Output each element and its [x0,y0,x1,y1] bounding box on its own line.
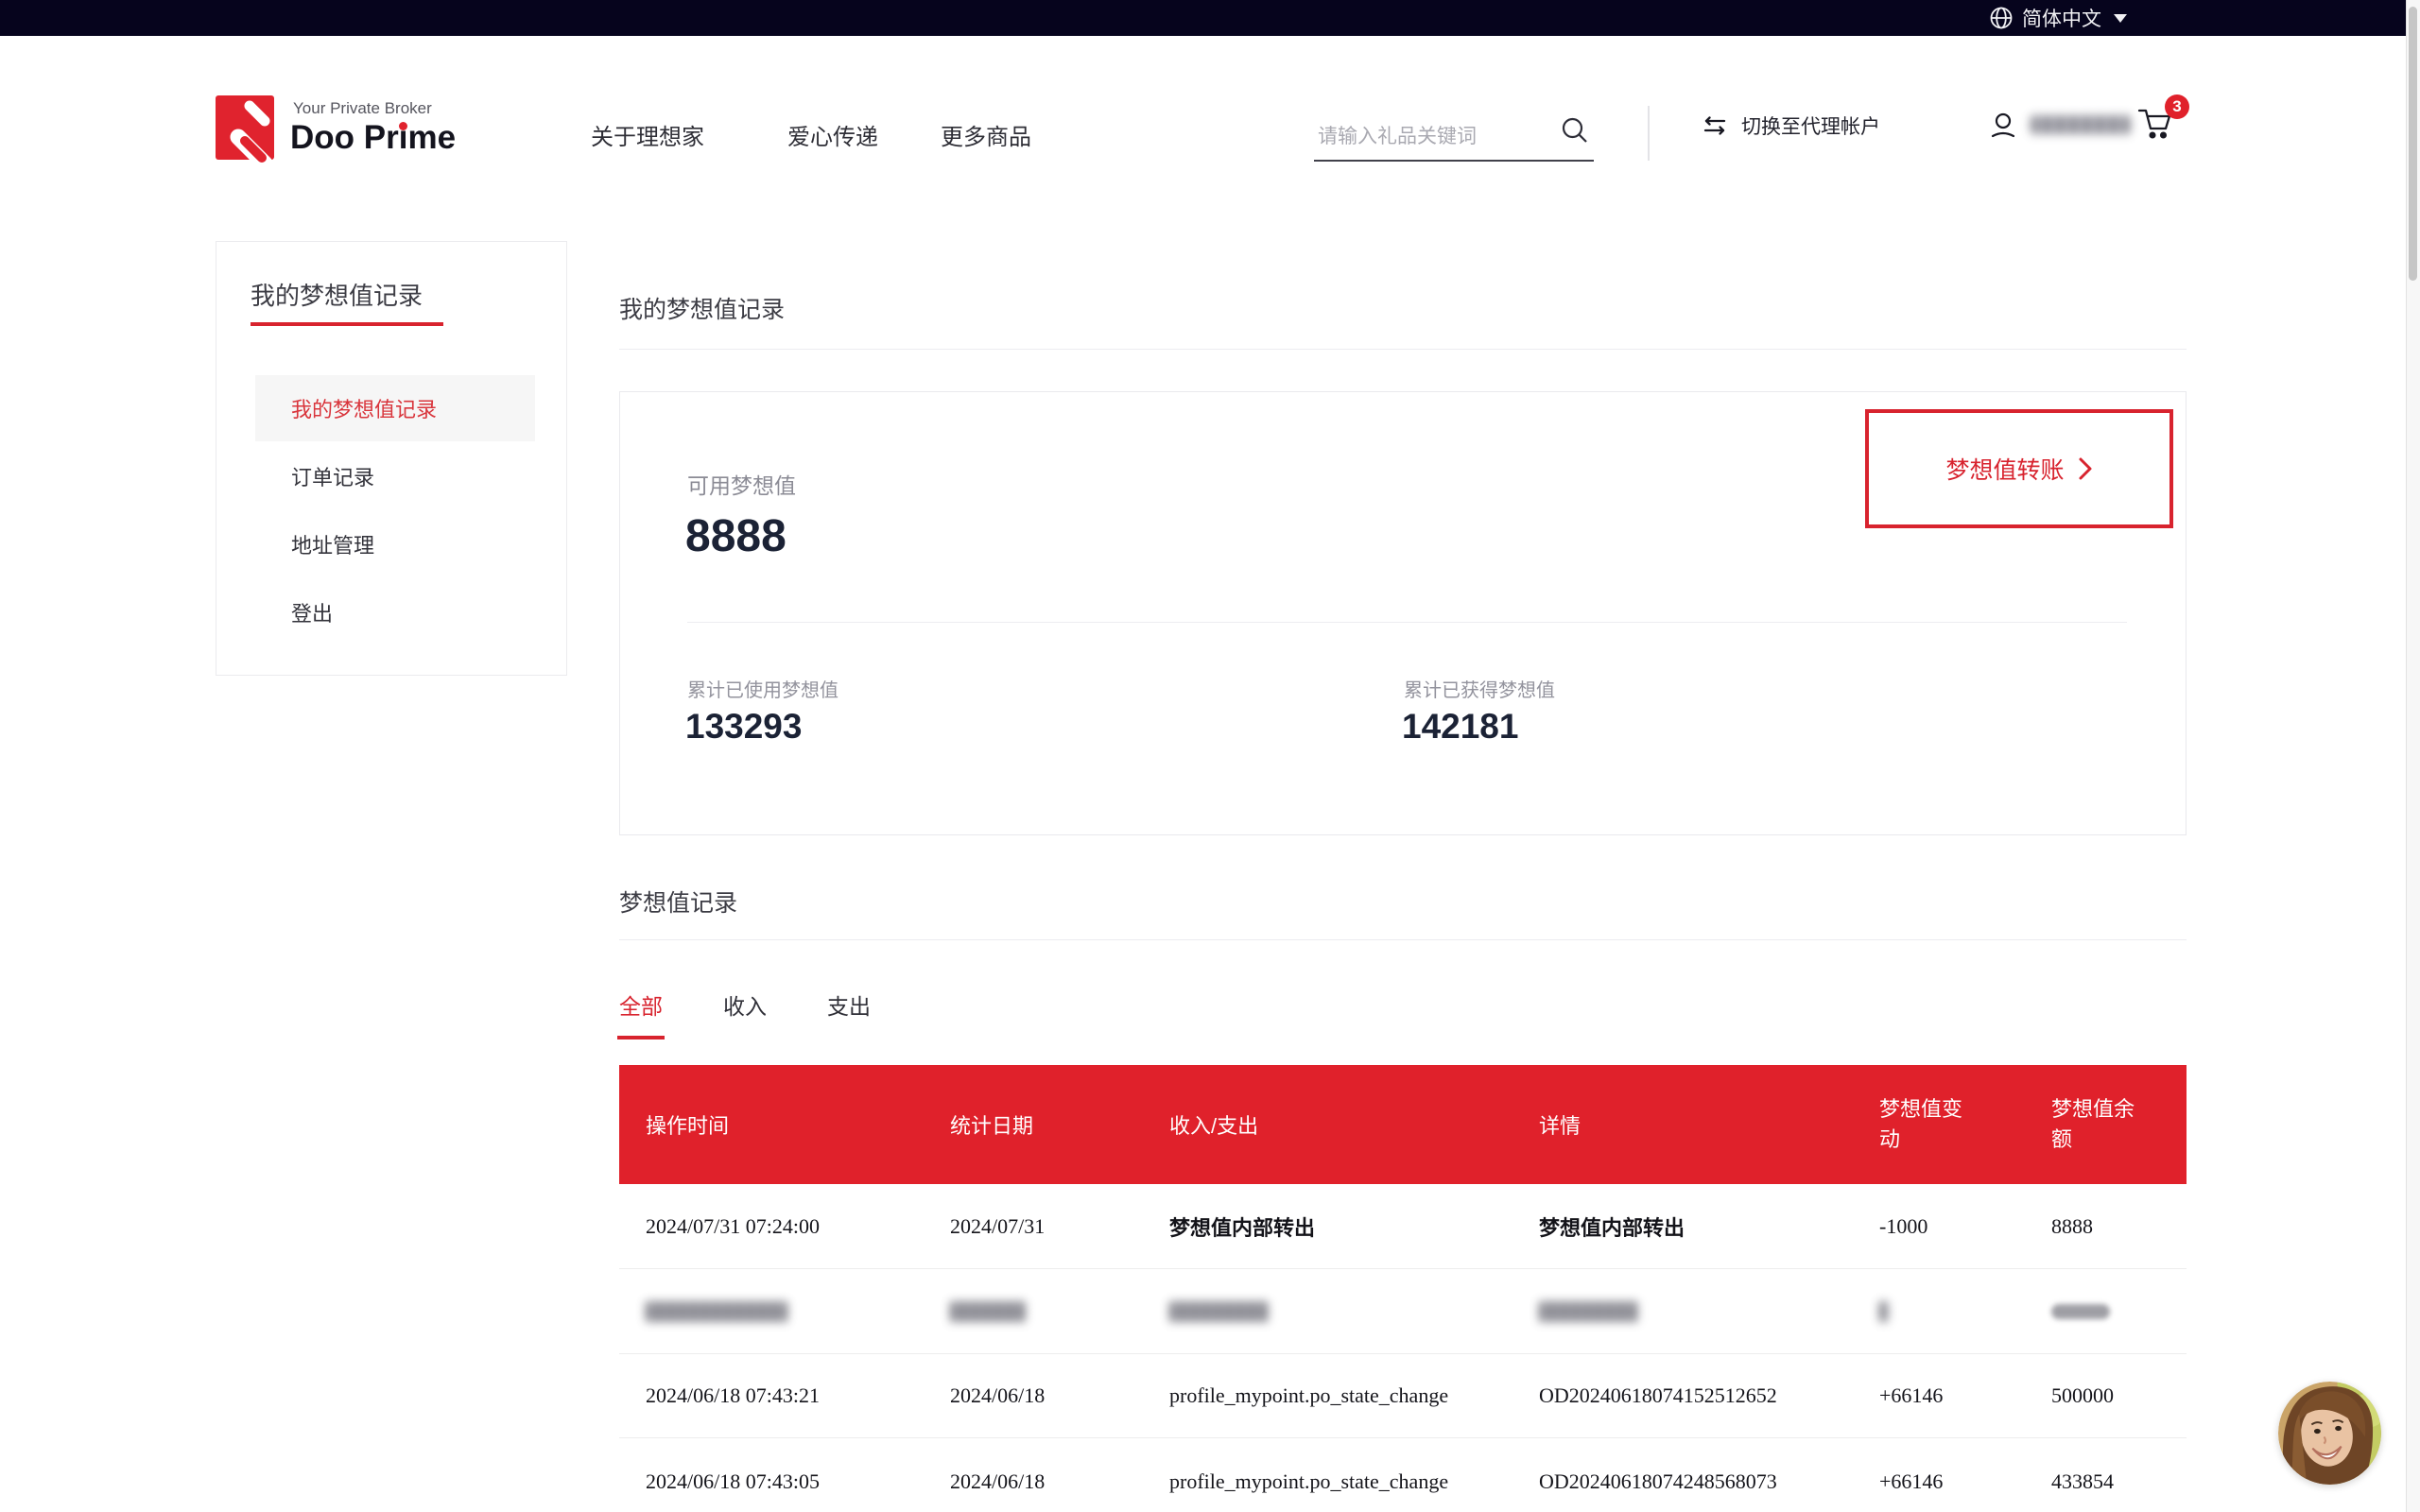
switch-to-agent-account[interactable]: 切换至代理帐户 [1700,112,1880,140]
cell-change: -1000 [1879,1184,2051,1268]
records-section-title: 梦想值记录 [619,885,737,919]
scrollbar-track [2406,0,2420,1512]
language-selector[interactable]: 简体中文 [1989,0,2127,36]
cell-type: profile_mypoint.po_state_change [1169,1353,1539,1437]
table-row-redacted [619,1269,2187,1354]
cell-balance: 433854 [2051,1439,2187,1512]
cell-change: +66146 [1879,1439,2051,1512]
column-header: 梦想值变动 [1879,1065,2051,1184]
nav-more-products[interactable]: 更多商品 [941,118,1031,151]
cell-date: 2024/06/18 [950,1353,1169,1437]
cell-detail: OD20240618074248568073 [1539,1439,1879,1512]
sidebar-item-address-management[interactable]: 地址管理 [255,511,535,577]
table-row: 2024/06/18 07:43:05 2024/06/18 profile_m… [619,1439,2187,1512]
active-tab-underline [617,1036,665,1040]
globe-icon [1989,6,2014,30]
search-icon[interactable] [1560,115,1590,146]
column-header: 统计日期 [950,1065,1169,1184]
cell-date: 2024/07/31 [950,1184,1169,1268]
doo-prime-logo-mark[interactable] [216,95,280,163]
available-points-value: 8888 [685,510,786,562]
logo-brand[interactable]: Doo Prime [290,119,456,157]
tab-expense[interactable]: 支出 [827,988,871,1021]
username-redacted [2031,115,2131,134]
cell-type-redacted [1169,1269,1539,1353]
cell-detail-redacted [1539,1269,1879,1353]
logo-tagline: Your Private Broker [293,99,432,118]
cell-time: 2024/07/31 07:24:00 [646,1184,950,1268]
switch-account-label: 切换至代理帐户 [1741,112,1880,140]
language-label: 简体中文 [2022,4,2101,32]
cell-type: profile_mypoint.po_state_change [1169,1439,1539,1512]
cell-time-redacted [646,1269,950,1353]
search-underline [1314,160,1594,162]
person-icon [1989,110,2017,140]
cell-time: 2024/06/18 07:43:05 [646,1439,950,1512]
caret-down-icon [2114,14,2127,23]
user-account[interactable] [1989,110,2131,140]
header-divider [1648,106,1650,161]
cell-type: 梦想值内部转出 [1169,1184,1539,1268]
cell-change: +66146 [1879,1353,2051,1437]
column-header: 收入/支出 [1169,1065,1539,1184]
brand-part: Doo Pr [290,119,399,156]
cell-balance: 500000 [2051,1353,2187,1437]
sidebar-item-order-history[interactable]: 订单记录 [255,443,535,509]
cell-time: 2024/06/18 07:43:21 [646,1353,950,1437]
column-header-label: 梦想值变动 [1879,1094,1970,1155]
chevron-right-icon [2078,456,2093,481]
cell-change-redacted [1879,1269,2051,1353]
search-input[interactable] [1316,117,1561,157]
nav-about[interactable]: 关于理想家 [591,118,704,151]
table-row: 2024/06/18 07:43:21 2024/06/18 profile_m… [619,1353,2187,1438]
sidebar-item-my-dream-points[interactable]: 我的梦想值记录 [255,375,535,441]
cart-count-badge: 3 [2165,94,2189,119]
cell-detail: OD20240618074152512652 [1539,1353,1879,1437]
cell-date-redacted [950,1269,1169,1353]
scrollbar-thumb[interactable] [2409,7,2417,281]
sidebar-item-logout[interactable]: 登出 [255,579,535,645]
sidebar-title: 我的梦想值记录 [251,277,423,312]
used-points-label: 累计已使用梦想值 [687,675,838,702]
divider [619,349,2187,350]
column-header: 详情 [1539,1065,1879,1184]
column-header-label: 梦想值余额 [2051,1094,2142,1155]
available-points-label: 可用梦想值 [687,468,796,500]
column-header: 梦想值余额 [2051,1065,2187,1184]
divider [619,939,2187,940]
brand-part: me [407,119,456,156]
table-row: 2024/07/31 07:24:00 2024/07/31 梦想值内部转出 梦… [619,1184,2187,1269]
cell-balance-redacted [2051,1269,2187,1353]
webcam-avatar[interactable] [2278,1382,2381,1485]
cell-balance: 8888 [2051,1184,2187,1268]
used-points-value: 133293 [685,707,802,747]
page: 简体中文 Your Private Broker Doo Prime 关于理想家… [0,0,2420,1512]
brand-part-i: i [399,119,408,156]
transfer-points-label: 梦想值转账 [1945,452,2064,486]
nav-charity[interactable]: 爱心传递 [787,118,878,151]
earned-points-value: 142181 [1402,707,1518,747]
earned-points-label: 累计已获得梦想值 [1404,675,1555,702]
transfer-points-button[interactable]: 梦想值转账 [1865,409,2173,528]
cell-date: 2024/06/18 [950,1439,1169,1512]
sidebar-title-underline [251,322,443,326]
page-title: 我的梦想值记录 [619,291,785,325]
table-header: 操作时间 统计日期 收入/支出 详情 梦想值变动 梦想值余额 [619,1065,2187,1184]
card-divider [687,622,2127,623]
cell-detail: 梦想值内部转出 [1539,1184,1879,1268]
tab-all[interactable]: 全部 [619,988,663,1021]
tab-income[interactable]: 收入 [723,988,767,1021]
column-header: 操作时间 [646,1065,950,1184]
swap-arrows-icon [1700,113,1730,138]
